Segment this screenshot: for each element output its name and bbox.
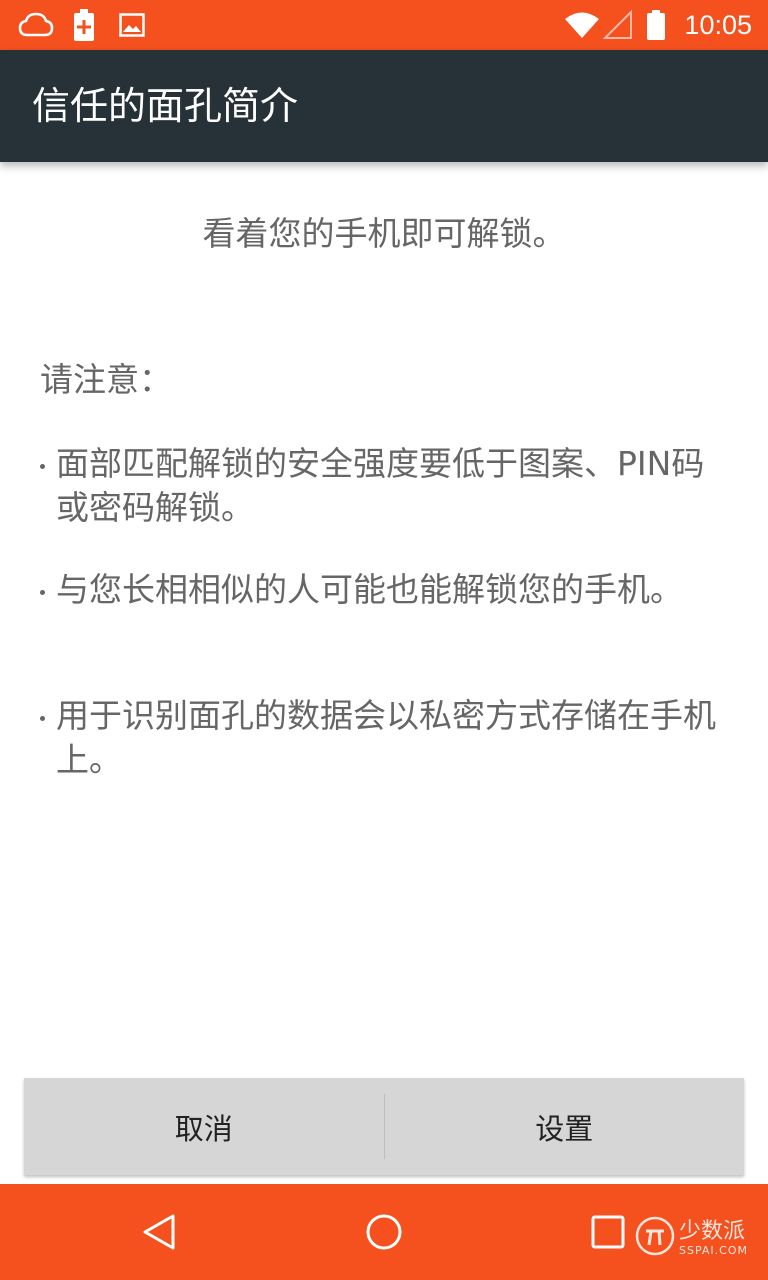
- home-icon[interactable]: [354, 1202, 414, 1262]
- bullet-storage: 用于识别面孔的数据会以私密方式存储在手机上。: [36, 694, 736, 782]
- settings-button[interactable]: 设置: [385, 1078, 745, 1175]
- watermark-cn: 少数派: [679, 1218, 746, 1244]
- watermark-en: SSPAI.COM: [679, 1243, 748, 1257]
- back-icon[interactable]: [130, 1202, 190, 1262]
- recents-icon[interactable]: [578, 1202, 638, 1262]
- app-bar: 信任的面孔简介: [0, 50, 768, 162]
- button-bar: 取消 设置: [24, 1078, 744, 1175]
- wifi-icon: [564, 9, 600, 41]
- headline: 看着您的手机即可解锁。: [202, 214, 566, 253]
- bullet-security: 面部匹配解锁的安全强度要低于图案、PIN码或密码解锁。: [36, 442, 736, 530]
- note-title: 请注意：: [40, 360, 172, 399]
- bullet-lookalike: 与您长相相似的人可能也能解锁您的手机。: [36, 568, 736, 612]
- cloud-icon: [18, 9, 54, 41]
- signal-icon: [603, 9, 633, 41]
- status-bar: 10:05: [0, 0, 768, 50]
- sspai-watermark: 少数派 SSPAI.COM: [635, 1216, 748, 1260]
- battery-plus-icon: [73, 9, 95, 41]
- pi-logo-icon: [635, 1216, 675, 1260]
- cancel-button[interactable]: 取消: [24, 1078, 384, 1175]
- battery-icon: [646, 9, 666, 41]
- image-icon: [119, 9, 145, 41]
- page-title: 信任的面孔简介: [32, 84, 299, 128]
- status-time: 10:05: [684, 10, 752, 40]
